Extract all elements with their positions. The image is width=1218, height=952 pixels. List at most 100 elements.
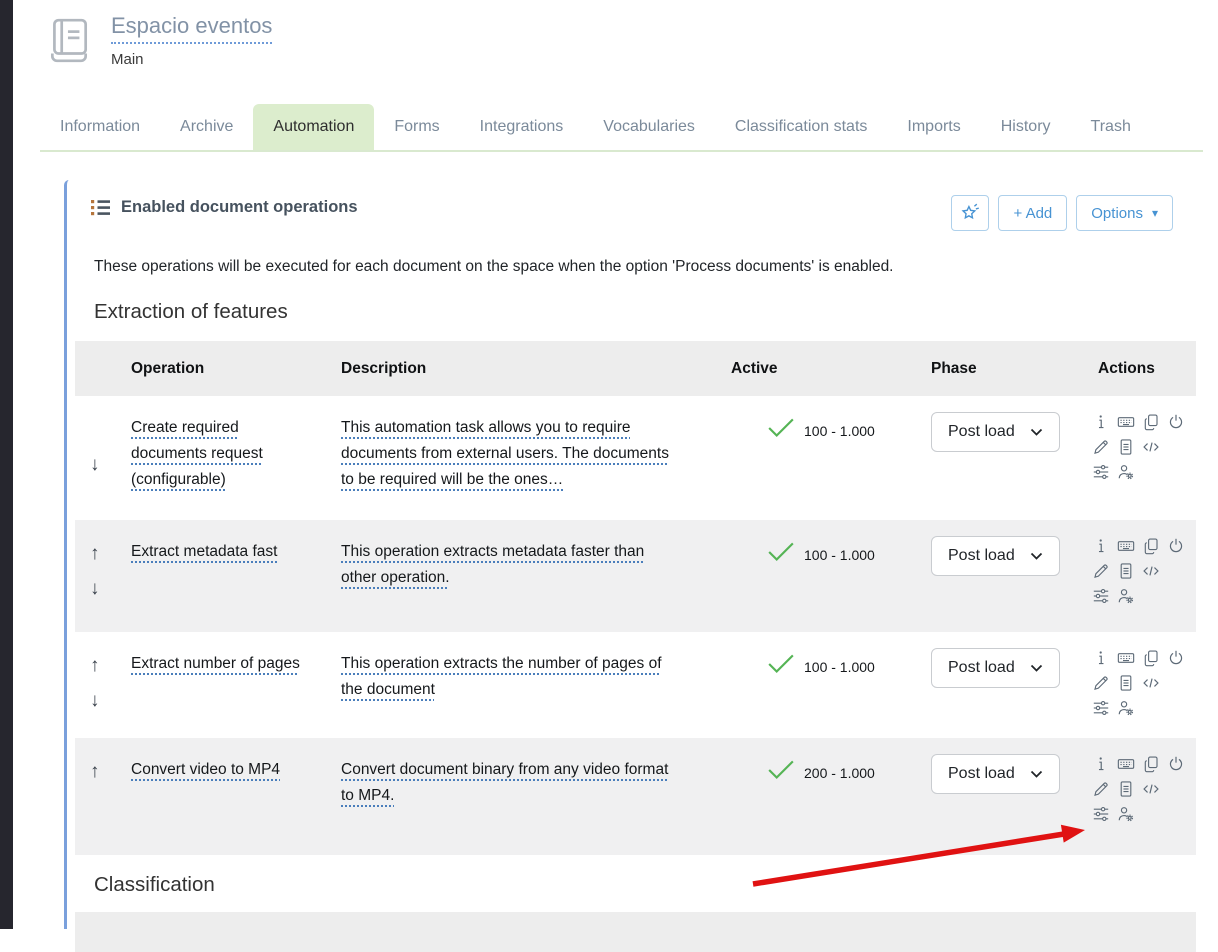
column-header-phase: Phase — [931, 360, 1088, 378]
info-icon[interactable] — [1092, 755, 1110, 773]
tab-automation[interactable]: Automation — [253, 104, 374, 150]
space-header: Espacio eventos Main — [44, 13, 272, 69]
copy-icon[interactable] — [1142, 413, 1160, 431]
sliders-icon[interactable] — [1092, 587, 1110, 605]
column-header-actions: Actions — [1088, 360, 1196, 378]
move-down-button[interactable] — [90, 795, 131, 818]
tab-trash[interactable]: Trash — [1071, 104, 1151, 150]
chevron-down-icon — [1030, 428, 1043, 436]
power-icon[interactable] — [1167, 755, 1185, 773]
operation-description[interactable]: Convert document binary from any video f… — [341, 761, 668, 804]
edit-icon[interactable] — [1092, 674, 1110, 692]
phase-value: Post load — [948, 547, 1015, 565]
space-subtitle: Main — [111, 51, 272, 68]
magic-star-icon — [959, 202, 981, 224]
copy-icon[interactable] — [1142, 649, 1160, 667]
code-icon[interactable] — [1142, 674, 1160, 692]
add-button-label: + Add — [1013, 205, 1052, 222]
options-button[interactable]: Options ▾ — [1076, 195, 1173, 231]
user-settings-icon[interactable] — [1117, 463, 1135, 481]
space-title-link[interactable]: Espacio eventos — [111, 13, 272, 44]
operation-description[interactable]: This automation task allows you to requi… — [341, 419, 669, 488]
active-check-icon — [767, 652, 795, 676]
edit-icon[interactable] — [1092, 438, 1110, 456]
info-icon[interactable] — [1092, 649, 1110, 667]
info-icon[interactable] — [1092, 413, 1110, 431]
document-icon[interactable] — [1117, 674, 1135, 692]
keyboard-icon[interactable] — [1117, 649, 1135, 667]
active-range: 100 - 1.000 — [804, 423, 875, 439]
move-up-button[interactable]: ↑ — [90, 654, 131, 677]
chevron-down-icon — [1030, 664, 1043, 672]
chevron-down-icon — [1030, 552, 1043, 560]
phase-value: Post load — [948, 765, 1015, 783]
move-down-button[interactable]: ↓ — [90, 577, 131, 600]
move-up-button[interactable] — [90, 418, 131, 441]
edit-icon[interactable] — [1092, 562, 1110, 580]
phase-select[interactable]: Post load — [931, 412, 1060, 452]
edit-icon[interactable] — [1092, 780, 1110, 798]
phase-select[interactable]: Post load — [931, 648, 1060, 688]
chevron-down-icon — [1030, 770, 1043, 778]
copy-icon[interactable] — [1142, 537, 1160, 555]
sliders-icon[interactable] — [1092, 699, 1110, 717]
sliders-icon[interactable] — [1092, 463, 1110, 481]
column-header-active: Active — [731, 360, 931, 378]
table-row: ↑ Convert video to MP4 Convert document … — [75, 738, 1196, 855]
operation-description[interactable]: This operation extracts the number of pa… — [341, 655, 662, 698]
column-header-description: Description — [341, 360, 731, 378]
sliders-icon[interactable] — [1092, 805, 1110, 823]
code-icon[interactable] — [1142, 562, 1160, 580]
table-row: ↑ ↓ Extract number of pages This operati… — [75, 632, 1196, 738]
tab-classification-stats[interactable]: Classification stats — [715, 104, 888, 150]
operation-link[interactable]: Create required documents request (confi… — [131, 419, 263, 488]
operation-link[interactable]: Extract number of pages — [131, 655, 300, 672]
operation-link[interactable]: Extract metadata fast — [131, 543, 277, 560]
tab-information[interactable]: Information — [40, 104, 160, 150]
power-icon[interactable] — [1167, 537, 1185, 555]
phase-select[interactable]: Post load — [931, 754, 1060, 794]
operation-description[interactable]: This operation extracts metadata faster … — [341, 543, 644, 586]
tab-forms[interactable]: Forms — [374, 104, 459, 150]
active-range: 100 - 1.000 — [804, 547, 875, 563]
document-icon[interactable] — [1117, 780, 1135, 798]
power-icon[interactable] — [1167, 649, 1185, 667]
table-header-row: Operation Description Active Phase Actio… — [75, 341, 1196, 396]
operations-table: Operation Description Active Phase Actio… — [75, 341, 1196, 855]
tab-archive[interactable]: Archive — [160, 104, 253, 150]
user-settings-icon[interactable] — [1117, 587, 1135, 605]
phase-select[interactable]: Post load — [931, 536, 1060, 576]
move-up-button[interactable]: ↑ — [90, 760, 131, 783]
user-settings-icon[interactable] — [1117, 805, 1135, 823]
move-down-button[interactable]: ↓ — [90, 453, 131, 476]
power-icon[interactable] — [1167, 413, 1185, 431]
tab-history[interactable]: History — [981, 104, 1071, 150]
move-up-button[interactable]: ↑ — [90, 542, 131, 565]
list-icon — [91, 199, 111, 216]
add-button[interactable]: + Add — [998, 195, 1067, 231]
keyboard-icon[interactable] — [1117, 413, 1135, 431]
tab-vocabularies[interactable]: Vocabularies — [583, 104, 715, 150]
operation-link[interactable]: Convert video to MP4 — [131, 761, 280, 778]
copy-icon[interactable] — [1142, 755, 1160, 773]
enabled-operations-panel: Enabled document operations + Add Option… — [64, 180, 1195, 929]
user-settings-icon[interactable] — [1117, 699, 1135, 717]
table-row: ↓ Create required documents request (con… — [75, 396, 1196, 520]
code-icon[interactable] — [1142, 438, 1160, 456]
collapsed-sidebar — [0, 0, 13, 929]
active-range: 200 - 1.000 — [804, 765, 875, 781]
keyboard-icon[interactable] — [1117, 755, 1135, 773]
tab-integrations[interactable]: Integrations — [460, 104, 584, 150]
code-icon[interactable] — [1142, 780, 1160, 798]
table-row: ↑ ↓ Extract metadata fast This operation… — [75, 520, 1196, 632]
panel-title: Enabled document operations — [121, 198, 358, 217]
keyboard-icon[interactable] — [1117, 537, 1135, 555]
active-check-icon — [767, 758, 795, 782]
tab-imports[interactable]: Imports — [887, 104, 980, 150]
info-icon[interactable] — [1092, 537, 1110, 555]
document-icon[interactable] — [1117, 562, 1135, 580]
section-heading-extraction: Extraction of features — [94, 300, 288, 324]
document-icon[interactable] — [1117, 438, 1135, 456]
move-down-button[interactable]: ↓ — [90, 689, 131, 712]
magic-star-button[interactable] — [951, 195, 989, 231]
